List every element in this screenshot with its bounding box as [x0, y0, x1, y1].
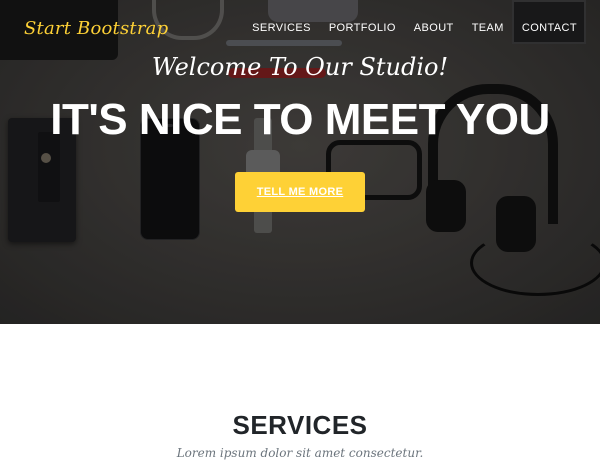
services-subheading: Lorem ipsum dolor sit amet consectetur. — [176, 446, 424, 460]
nav-link-portfolio[interactable]: PORTFOLIO — [329, 22, 396, 34]
services-heading: SERVICES — [232, 410, 368, 440]
hero-heading: IT'S NICE TO MEET YOU — [50, 95, 550, 144]
nav-link-contact[interactable]: CONTACT — [522, 22, 577, 34]
nav-link-about[interactable]: ABOUT — [414, 22, 454, 34]
brand-logo-link[interactable]: Start Bootstrap — [24, 18, 168, 39]
nav-links: SERVICES PORTFOLIO ABOUT TEAM CONTACT — [252, 22, 577, 34]
nav-link-team[interactable]: TEAM — [472, 22, 504, 34]
hero-section: Start Bootstrap SERVICES PORTFOLIO ABOUT… — [0, 0, 600, 324]
nav-link-services[interactable]: SERVICES — [252, 22, 311, 34]
hero-text: Welcome To Our Studio! IT'S NICE TO MEET… — [0, 52, 600, 212]
navbar: Start Bootstrap SERVICES PORTFOLIO ABOUT… — [0, 0, 600, 56]
services-section: SERVICES Lorem ipsum dolor sit amet cons… — [0, 324, 600, 460]
hero-lead-in: Welcome To Our Studio! — [151, 53, 449, 81]
tell-me-more-button[interactable]: TELL ME MORE — [235, 172, 365, 212]
